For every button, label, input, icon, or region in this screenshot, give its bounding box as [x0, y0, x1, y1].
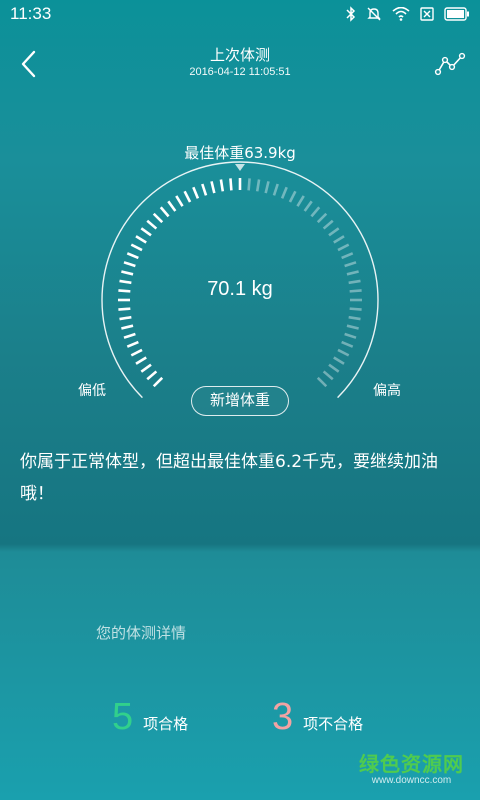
- add-weight-button[interactable]: 新增体重: [191, 386, 289, 416]
- gauge-tick: [121, 270, 134, 276]
- gauge-tick: [126, 340, 139, 348]
- gauge-tick: [322, 370, 334, 381]
- status-icons: [346, 6, 470, 22]
- gauge-tick: [346, 324, 359, 330]
- gauge-tick: [310, 206, 321, 218]
- gauge-tick: [328, 227, 340, 237]
- gauge-tick: [328, 363, 340, 373]
- gauge-tick: [280, 186, 288, 199]
- watermark: 绿色资源网 www.downcc.com: [359, 748, 464, 786]
- gauge-tick: [123, 332, 136, 339]
- wifi-icon: [392, 7, 410, 21]
- trend-line-icon: [434, 52, 466, 76]
- gauge-tick: [346, 270, 359, 276]
- gauge-tick: [348, 315, 361, 321]
- body-type-summary: 你属于正常体型，但超出最佳体重6.2千克，要继续加油哦！: [20, 452, 439, 504]
- current-weight-value: 70.1 kg: [207, 278, 273, 300]
- watermark-title: 绿色资源网: [359, 752, 464, 776]
- gauge-tick: [183, 190, 192, 203]
- gauge-tick: [146, 219, 158, 230]
- gauge-tick: [272, 183, 279, 196]
- gauge-tick: [121, 324, 134, 330]
- gauge-tick: [337, 348, 350, 357]
- status-bar: 11:33: [0, 0, 480, 28]
- battery-icon: [444, 7, 469, 21]
- gauge-tick: [303, 200, 313, 212]
- gauge-tick: [152, 376, 164, 388]
- gauge-tick: [255, 179, 261, 192]
- details-title: 您的体测详情: [96, 624, 187, 642]
- gauge-tick: [146, 370, 158, 381]
- gauge-tick: [140, 363, 152, 373]
- gauge-tick: [229, 178, 233, 191]
- best-weight-marker: [235, 164, 245, 171]
- gauge-tick: [344, 332, 357, 339]
- gauge-tick: [159, 206, 170, 218]
- gauge-tick: [152, 212, 164, 224]
- gauge-tick: [333, 235, 345, 244]
- pass-count: 5: [112, 696, 134, 738]
- mute-icon: [367, 7, 381, 21]
- high-label: 偏高: [373, 383, 401, 399]
- gauge-tick: [126, 252, 139, 260]
- gauge-tick: [337, 243, 350, 252]
- gauge-tick: [333, 356, 345, 365]
- pass-stat[interactable]: 5 项合格: [112, 696, 188, 742]
- fail-stat[interactable]: 3 项不合格: [272, 696, 363, 742]
- gauge-tick: [316, 376, 328, 388]
- gauge-tick: [247, 178, 251, 191]
- fail-count: 3: [272, 696, 294, 738]
- gauge-tick: [210, 181, 216, 194]
- trend-button[interactable]: [434, 50, 468, 78]
- gauge-tick: [119, 315, 132, 321]
- gauge-tick: [349, 307, 362, 311]
- watermark-url: www.downcc.com: [371, 775, 452, 786]
- status-time: 11:33: [10, 4, 52, 23]
- gauge-tick: [192, 186, 200, 199]
- gauge-tick: [341, 340, 354, 348]
- gauge-tick: [201, 183, 208, 196]
- gauge-tick: [296, 195, 305, 207]
- pass-label: 项合格: [143, 715, 189, 733]
- gauge-tick: [130, 348, 143, 357]
- best-weight-label: 最佳体重63.9kg: [184, 144, 296, 162]
- gauge-tick: [135, 356, 147, 365]
- low-label: 偏低: [78, 383, 106, 399]
- gauge-tick: [288, 190, 297, 203]
- gauge-tick: [219, 179, 225, 192]
- gauge-tick: [175, 195, 184, 207]
- measurement-datetime: 2016-04-12 11:05:51: [189, 66, 291, 78]
- weight-gauge: 最佳体重63.9kg 70.1 kg 偏低 偏高 新增体重: [0, 130, 480, 430]
- sim-off-icon: [420, 7, 434, 21]
- gauge-tick: [316, 212, 328, 224]
- fail-label: 项不合格: [303, 715, 364, 733]
- gauge-tick: [135, 235, 147, 244]
- gauge-tick: [344, 261, 357, 268]
- gauge-tick: [167, 200, 177, 212]
- gauge-tick: [130, 243, 143, 252]
- gauge-tick: [264, 181, 270, 194]
- gauge-tick: [341, 252, 354, 260]
- gauge-tick: [140, 227, 152, 237]
- header: 上次体测 2016-04-12 11:05:51: [0, 40, 480, 90]
- gauge-tick: [123, 261, 136, 268]
- gauge-tick: [322, 219, 334, 230]
- gauge-tick: [118, 307, 131, 311]
- page-title: 上次体测: [209, 46, 270, 64]
- bluetooth-icon: [346, 6, 356, 22]
